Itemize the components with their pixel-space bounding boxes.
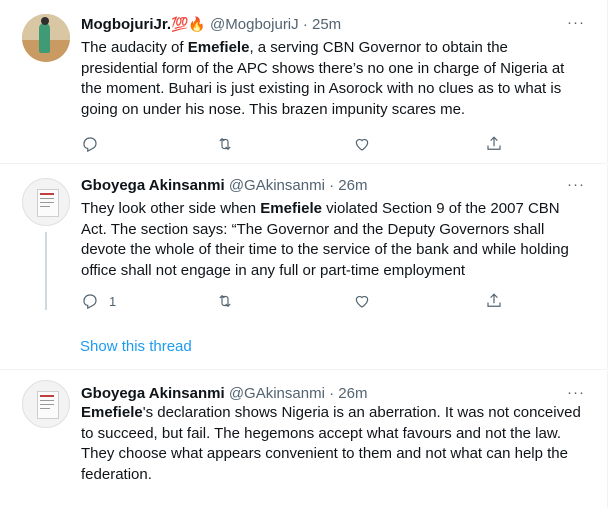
timestamp[interactable]: 26m — [338, 385, 367, 402]
tweet-header: Gboyega Akinsanmi @GAkinsanmi · 26m — [81, 385, 368, 402]
avatar[interactable] — [22, 14, 70, 62]
tweet-text: They look other side when Emefiele viola… — [81, 199, 581, 281]
timestamp[interactable]: 25m — [312, 16, 341, 33]
display-name[interactable]: MogbojuriJr. — [81, 16, 171, 33]
display-name[interactable]: Gboyega Akinsanmi — [81, 177, 225, 194]
more-icon[interactable]: ··· — [567, 14, 585, 31]
tweet-actions — [81, 134, 581, 154]
retweet-button[interactable] — [216, 134, 244, 154]
handle[interactable]: @GAkinsanmi — [229, 177, 325, 194]
tweet-text: Emefiele's declaration shows Nigeria is … — [81, 403, 581, 485]
highlighted-keyword: Emefiele — [187, 39, 250, 56]
show-thread-link[interactable]: Show this thread — [80, 337, 192, 357]
text-segment: The audacity of — [81, 39, 188, 56]
retweet-button[interactable] — [216, 291, 244, 311]
reply-icon — [83, 137, 97, 153]
more-icon[interactable]: ··· — [567, 176, 585, 193]
like-button[interactable] — [353, 134, 381, 154]
timestamp[interactable]: 26m — [338, 177, 367, 194]
tweet-3[interactable]: Gboyega Akinsanmi @GAkinsanmi · 26m ··· … — [0, 370, 608, 508]
heart-icon — [355, 138, 369, 151]
share-icon — [487, 136, 501, 150]
highlighted-keyword: Emefiele — [81, 404, 143, 421]
share-button[interactable] — [485, 134, 503, 154]
highlighted-keyword: Emefiele — [260, 200, 322, 217]
text-segment: 's declaration shows Nigeria is an aberr… — [81, 404, 581, 483]
share-icon — [487, 293, 501, 307]
avatar[interactable] — [22, 380, 70, 428]
avatar[interactable] — [22, 178, 70, 226]
more-icon[interactable]: ··· — [567, 384, 585, 401]
timeline-feed: MogbojuriJr.💯🔥 @MogbojuriJ · 25m ··· The… — [0, 0, 609, 508]
reply-button[interactable]: 1 — [81, 291, 116, 311]
tweet-header: Gboyega Akinsanmi @GAkinsanmi · 26m — [81, 177, 368, 194]
reply-icon — [83, 294, 97, 310]
thread-connector — [45, 232, 47, 310]
reply-button[interactable] — [81, 134, 109, 154]
retweet-icon — [219, 294, 231, 308]
name-emoji: 💯🔥 — [171, 16, 206, 32]
share-button[interactable] — [485, 291, 503, 311]
retweet-icon — [219, 137, 231, 151]
tweet-text: The audacity of Emefiele, a serving CBN … — [81, 38, 581, 120]
tweet-1[interactable]: MogbojuriJr.💯🔥 @MogbojuriJ · 25m ··· The… — [0, 0, 608, 163]
reply-count: 1 — [109, 293, 117, 309]
tweet-actions: 1 — [81, 291, 581, 311]
like-button[interactable] — [353, 291, 381, 311]
text-segment: They look other side when — [81, 200, 261, 217]
tweet-header: MogbojuriJr.💯🔥 @MogbojuriJ · 25m — [81, 16, 342, 33]
heart-icon — [355, 295, 369, 308]
handle[interactable]: @MogbojuriJ — [210, 16, 299, 33]
handle[interactable]: @GAkinsanmi — [229, 385, 325, 402]
display-name[interactable]: Gboyega Akinsanmi — [81, 385, 225, 402]
